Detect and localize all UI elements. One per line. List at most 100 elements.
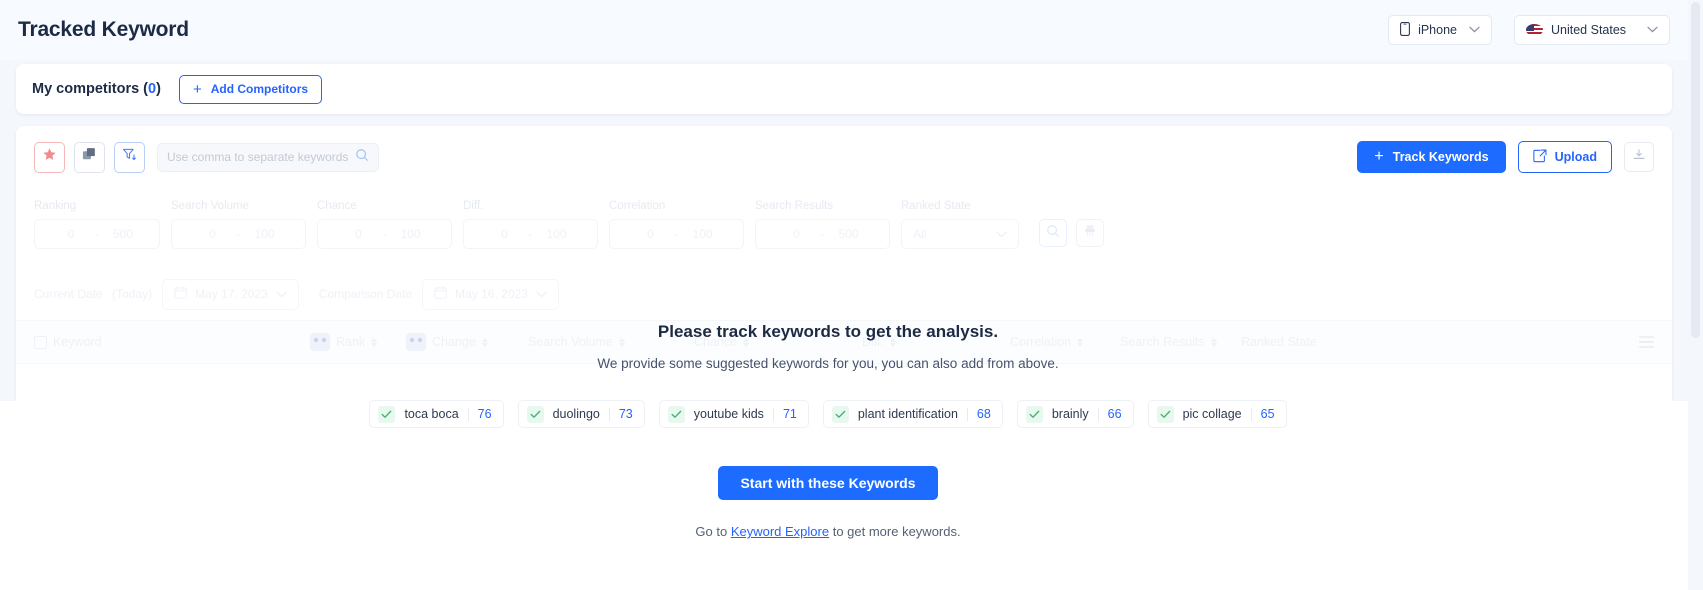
search-input[interactable] xyxy=(167,150,355,164)
filter-ranked-state: Ranked State All xyxy=(901,200,1019,249)
divider xyxy=(772,407,774,421)
range-min[interactable]: 0 xyxy=(484,227,526,241)
keyword-chip[interactable]: pic collage 65 xyxy=(1147,400,1287,428)
favorite-filter-button[interactable] xyxy=(34,141,65,173)
filter-search-volume: Search Volume 0 - 100 xyxy=(171,200,306,249)
track-keywords-button[interactable]: + Track Keywords xyxy=(1357,141,1506,173)
tracked-keyword-page: Tracked Keyword iPhone United States My … xyxy=(0,0,1703,590)
country-selector[interactable]: United States xyxy=(1514,15,1670,45)
filter-label: Search Results xyxy=(755,200,833,212)
add-competitors-button[interactable]: + Add Competitors xyxy=(178,74,323,104)
range-min[interactable]: 0 xyxy=(338,227,380,241)
keyword-chip-score: 73 xyxy=(618,407,633,421)
start-with-keywords-button[interactable]: Start with these Keywords xyxy=(718,466,938,500)
filter-icon xyxy=(122,147,137,167)
keyword-chip[interactable]: plant identification 68 xyxy=(822,400,1003,428)
check-icon xyxy=(1156,405,1174,423)
range-min[interactable]: 0 xyxy=(192,227,234,241)
filter-correlation: Correlation 0 - 100 xyxy=(609,200,744,249)
filter-search-volume-range[interactable]: 0 - 100 xyxy=(171,219,306,249)
clear-filters-button[interactable] xyxy=(1076,219,1104,247)
page-scrollbar-thumb[interactable] xyxy=(1691,2,1700,338)
ranked-state-value: All xyxy=(913,227,927,241)
keyword-search-box[interactable] xyxy=(157,142,379,172)
keyword-chip[interactable]: brainly 66 xyxy=(1016,400,1134,428)
competitors-title: My competitors (0) xyxy=(32,81,161,97)
page-title: Tracked Keyword xyxy=(18,18,189,41)
filter-chance-range[interactable]: 0 - 100 xyxy=(317,219,452,249)
filters-row: Ranking 0 - 500 Search Volume 0 - 100 Ch… xyxy=(16,188,1672,268)
device-selector[interactable]: iPhone xyxy=(1388,15,1492,45)
range-min[interactable]: 0 xyxy=(630,227,672,241)
chevron-down-icon xyxy=(276,287,287,301)
empty-state: Please track keywords to get the analysi… xyxy=(0,322,1656,539)
keyword-chip-score: 66 xyxy=(1107,407,1122,421)
keyword-chip[interactable]: toca boca 76 xyxy=(369,400,504,428)
plus-icon: + xyxy=(192,80,202,98)
search-icon xyxy=(1046,224,1060,243)
search-icon[interactable] xyxy=(355,148,369,167)
toolbar-actions: + Track Keywords Upload xyxy=(1357,141,1654,173)
copy-icon xyxy=(82,147,97,167)
suggested-keyword-chips: toca boca 76 duolingo 73 youtube kids 71 xyxy=(369,400,1287,428)
keyword-chip-score: 71 xyxy=(782,407,797,421)
divider xyxy=(608,407,610,421)
range-dash: - xyxy=(382,227,387,241)
range-max[interactable]: 100 xyxy=(536,227,578,241)
chevron-down-icon xyxy=(1469,25,1480,36)
keyword-chip[interactable]: youtube kids 71 xyxy=(658,400,809,428)
page-header: Tracked Keyword iPhone United States xyxy=(0,0,1688,60)
range-max[interactable]: 100 xyxy=(390,227,432,241)
range-max[interactable]: 100 xyxy=(244,227,286,241)
filter-label: Search Volume xyxy=(171,200,249,212)
plus-icon: + xyxy=(1374,148,1384,165)
keyword-explore-note: Go to Keyword Explore to get more keywor… xyxy=(695,524,960,539)
competitors-count: 0 xyxy=(148,81,157,97)
range-min[interactable]: 0 xyxy=(50,227,92,241)
keyword-chip[interactable]: duolingo 73 xyxy=(517,400,645,428)
chevron-down-icon xyxy=(536,287,547,301)
range-min[interactable]: 0 xyxy=(776,227,818,241)
range-max[interactable]: 100 xyxy=(682,227,724,241)
divider xyxy=(1097,407,1099,421)
comparison-date-picker[interactable]: May 16, 2023 xyxy=(422,278,559,310)
current-date-today: (Today) xyxy=(112,287,153,301)
current-date-picker[interactable]: May 17, 2023 xyxy=(162,278,299,310)
download-icon xyxy=(1632,148,1646,167)
filter-ranking: Ranking 0 - 500 xyxy=(34,200,160,249)
device-selector-label: iPhone xyxy=(1418,23,1457,37)
chevron-down-icon xyxy=(1647,25,1658,36)
page-scrollbar-track[interactable] xyxy=(1688,0,1703,590)
upload-button[interactable]: Upload xyxy=(1517,141,1612,173)
note-prefix: Go to xyxy=(695,524,731,539)
us-flag-icon xyxy=(1526,24,1543,36)
range-dash: - xyxy=(236,227,241,241)
filter-correlation-range[interactable]: 0 - 100 xyxy=(609,219,744,249)
download-button[interactable] xyxy=(1624,142,1654,172)
group-filter-button[interactable] xyxy=(74,141,105,173)
keyword-chip-label: pic collage xyxy=(1182,407,1242,421)
keyword-explore-link[interactable]: Keyword Explore xyxy=(731,524,829,539)
keyword-chip-label: brainly xyxy=(1051,407,1089,421)
filter-label: Ranked State xyxy=(901,200,971,212)
star-icon xyxy=(42,147,57,167)
keyword-chip-label: plant identification xyxy=(857,407,958,421)
keyword-chip-score: 65 xyxy=(1260,407,1275,421)
range-max[interactable]: 500 xyxy=(102,227,144,241)
filter-ranking-range[interactable]: 0 - 500 xyxy=(34,219,160,249)
filter-diff-range[interactable]: 0 - 100 xyxy=(463,219,598,249)
check-icon xyxy=(378,405,396,423)
ranked-state-select[interactable]: All xyxy=(901,219,1019,249)
filter-search-results-range[interactable]: 0 - 500 xyxy=(755,219,890,249)
apply-filters-button[interactable] xyxy=(1039,219,1067,247)
range-dash: - xyxy=(820,227,825,241)
range-dash: - xyxy=(528,227,533,241)
competitors-title-prefix: My competitors ( xyxy=(32,81,149,97)
dates-row: Current Date (Today) May 17, 2023 Compar… xyxy=(16,268,1672,320)
current-date-label: Current Date (Today) xyxy=(34,287,152,301)
check-icon xyxy=(1025,405,1043,423)
sort-filter-button[interactable] xyxy=(114,141,145,173)
range-max[interactable]: 500 xyxy=(828,227,870,241)
track-keywords-label: Track Keywords xyxy=(1392,150,1489,164)
comparison-date-label: Comparison Date xyxy=(318,287,413,301)
